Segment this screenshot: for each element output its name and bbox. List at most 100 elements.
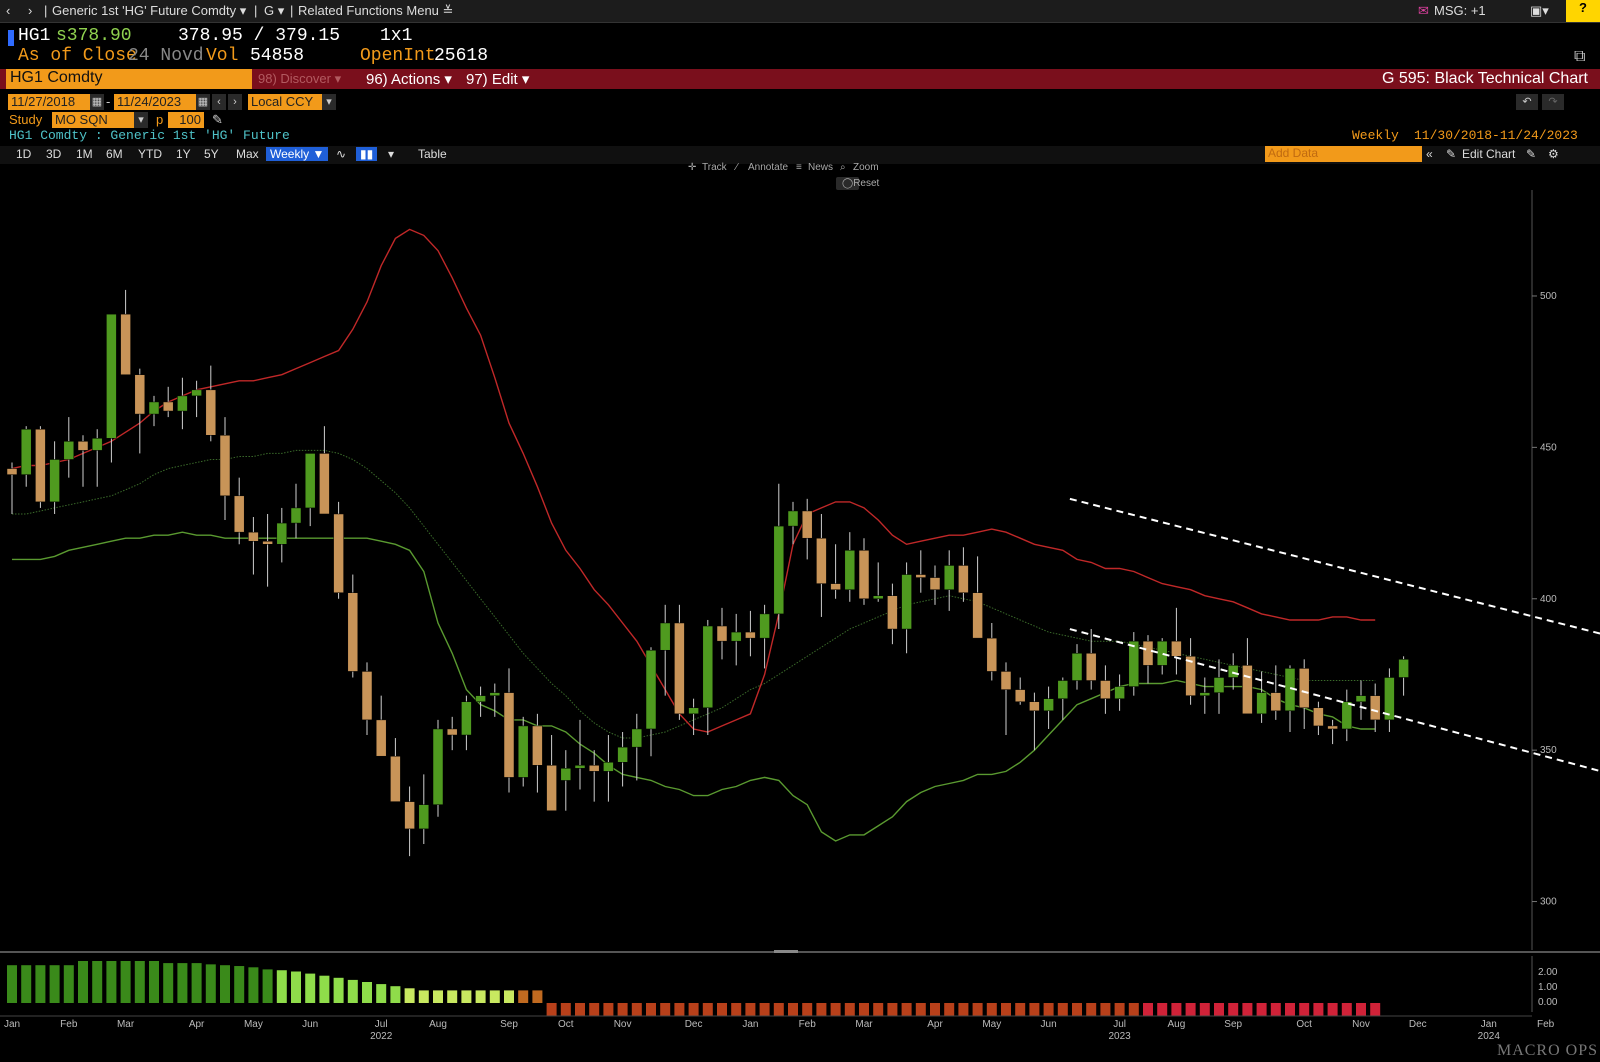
volume-label: Vol <box>206 46 239 66</box>
candle-body <box>319 453 330 515</box>
x-month-label: Nov <box>614 1019 632 1030</box>
range-5y[interactable]: 5Y <box>204 147 219 161</box>
help-button[interactable]: ? <box>1566 0 1600 22</box>
x-month-label: Jul <box>375 1019 388 1030</box>
undo-icon[interactable]: ↶ <box>1516 94 1538 110</box>
indicator-bar <box>305 973 316 1003</box>
candle <box>290 483 302 539</box>
security-description: HG1 Comdty : Generic 1st 'HG' Future <box>9 128 290 143</box>
frequency-dropdown[interactable]: Weekly ▼ <box>266 147 329 161</box>
range-ytd[interactable]: YTD <box>138 147 162 161</box>
study-field[interactable]: MO SQN <box>52 112 134 128</box>
indicator-bar <box>830 1003 841 1016</box>
range-3d[interactable]: 3D <box>46 147 61 161</box>
edit-menu[interactable]: 97) Edit ▾ <box>466 70 529 88</box>
indicator-bar <box>362 982 372 1003</box>
currency-field[interactable]: Local CCY <box>248 94 322 110</box>
candle <box>844 532 856 602</box>
end-date-field[interactable]: 11/24/2023 <box>114 94 196 110</box>
indicator-bar <box>1015 1003 1026 1016</box>
as-of-label: As of Close <box>18 46 137 66</box>
x-month-label: Mar <box>117 1019 135 1030</box>
start-date-field[interactable]: 11/27/2018 <box>8 94 90 110</box>
prev-period-icon[interactable]: ‹ <box>212 94 226 110</box>
chevron-down-icon[interactable]: ▾ <box>322 94 336 110</box>
candle-body <box>191 389 202 397</box>
range-max[interactable]: Max <box>236 147 259 161</box>
popout-icon[interactable]: ⧉ <box>1574 48 1585 66</box>
g-menu[interactable]: G ▾ <box>264 3 284 19</box>
indicator-bar <box>333 977 344 1003</box>
redo-icon[interactable]: ↷ <box>1542 94 1564 110</box>
indicator-bar <box>560 1003 571 1016</box>
calendar-icon[interactable]: ▦ <box>90 94 104 110</box>
chevron-down-icon[interactable]: ▾ <box>388 147 394 161</box>
x-month-label: Sep <box>1224 1019 1242 1030</box>
indicator-bar <box>234 966 245 1003</box>
candle <box>915 550 927 593</box>
candle-body <box>872 595 884 600</box>
indicator-bar <box>1072 1003 1082 1016</box>
range-6m[interactable]: 6M <box>106 147 123 161</box>
candle-body <box>773 525 785 615</box>
x-month-label: Sep <box>500 1019 518 1030</box>
candle-body <box>1270 692 1282 712</box>
chart-subtitle-row: HG1 Comdty : Generic 1st 'HG' Future Wee… <box>0 128 1600 146</box>
line-chart-icon[interactable]: ∿ <box>336 147 346 161</box>
security-field[interactable]: HG1 Comdty <box>6 69 252 89</box>
back-arrow-icon[interactable]: ‹ <box>6 3 10 18</box>
discover-menu[interactable]: 98) Discover ▾ <box>258 71 341 87</box>
candle <box>1043 686 1054 729</box>
edit-chart-button[interactable]: Edit Chart <box>1462 147 1515 161</box>
msg-counter[interactable]: MSG: +1 <box>1434 3 1486 18</box>
range-1m[interactable]: 1M <box>76 147 93 161</box>
candle <box>333 501 344 599</box>
indicator-bar <box>191 963 202 1003</box>
indicator-bar <box>78 961 88 1003</box>
date-range-label: 11/30/2018-11/24/2023 <box>1414 128 1578 143</box>
candle-body <box>205 389 217 436</box>
forward-arrow-icon[interactable]: › <box>28 3 32 18</box>
candle-body <box>1355 695 1367 702</box>
range-1d[interactable]: 1D <box>16 147 31 161</box>
candle <box>1270 665 1282 720</box>
candle <box>1355 680 1367 720</box>
candle-body <box>560 768 572 781</box>
indicator-bar <box>92 961 103 1003</box>
indicator-bar <box>646 1003 656 1016</box>
candle <box>1000 662 1012 736</box>
window-icon[interactable]: ▣▾ <box>1530 3 1549 19</box>
x-month-label: Jan <box>1481 1019 1497 1030</box>
candle-body <box>177 395 188 412</box>
pencil-icon[interactable]: ✎ <box>212 112 223 128</box>
next-period-icon[interactable]: › <box>228 94 242 110</box>
indicator-bar <box>418 990 429 1003</box>
indicator-bar <box>859 1003 869 1016</box>
range-1y[interactable]: 1Y <box>176 147 191 161</box>
candle <box>574 719 586 790</box>
price-chart[interactable]: 300 350 400 450 500 2.00 1.00 0.00 Jan Feb Mar Apr M… <box>0 160 1600 1062</box>
chevron-down-icon[interactable]: ▾ <box>134 112 148 128</box>
calendar-icon[interactable]: ▦ <box>196 94 210 110</box>
candle <box>1369 683 1381 732</box>
candle-body <box>276 522 288 545</box>
candle-body <box>745 631 756 639</box>
collapse-icon[interactable]: « <box>1426 147 1433 161</box>
related-functions-menu[interactable]: Related Functions Menu ≚ <box>298 3 453 19</box>
period-field[interactable]: 100 <box>168 112 204 128</box>
candle-body <box>49 459 60 503</box>
indicator-bar <box>1157 1003 1168 1016</box>
candle <box>702 619 714 736</box>
candle-chart-icon[interactable]: ▮▮ <box>356 147 378 161</box>
gear-icon[interactable]: ⚙ <box>1548 147 1559 161</box>
table-button[interactable]: Table <box>418 147 447 161</box>
candle-body <box>674 622 685 715</box>
x-month-label: Feb <box>1537 1019 1555 1030</box>
annotate-icon[interactable]: ✎ <box>1526 147 1536 161</box>
function-bar: HG1 Comdty 98) Discover ▾ 96) Actions ▾ … <box>0 69 1600 89</box>
indicator-bar <box>177 963 188 1003</box>
security-menu[interactable]: Generic 1st 'HG' Future Comdty ▾ <box>52 3 246 19</box>
candle <box>446 716 458 751</box>
actions-menu[interactable]: 96) Actions ▾ <box>366 70 452 88</box>
pencil-icon[interactable]: ✎ <box>1446 147 1456 161</box>
